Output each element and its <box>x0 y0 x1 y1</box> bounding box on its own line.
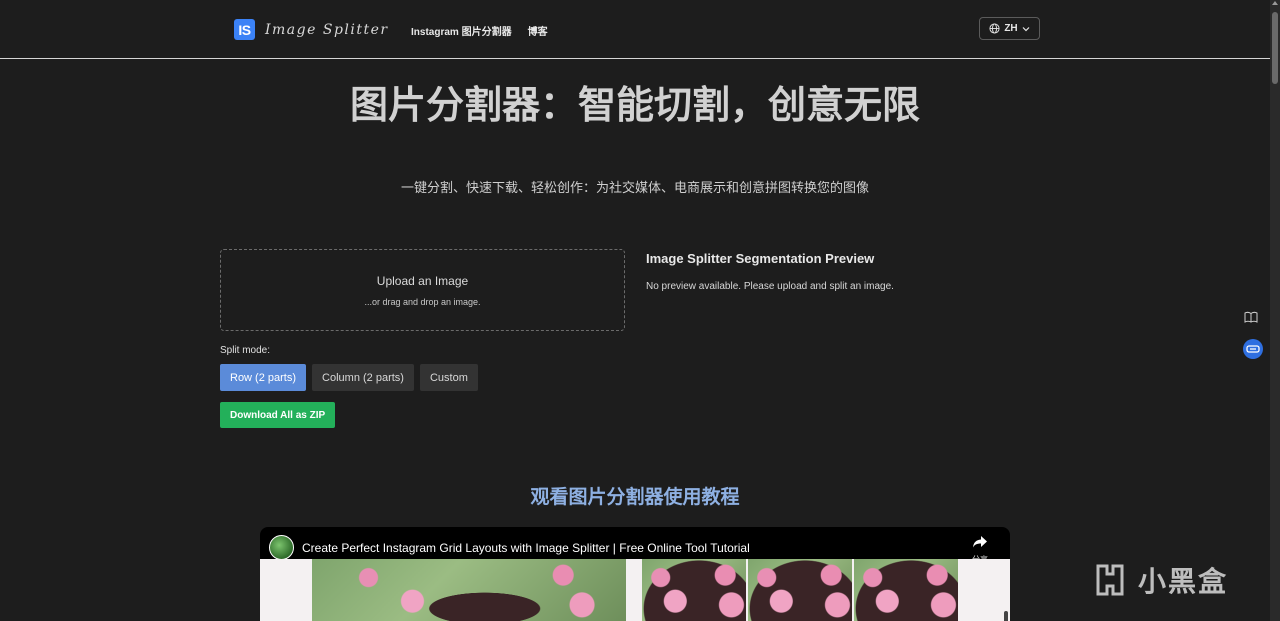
thumbnail-image-left <box>312 559 626 621</box>
logo-text: Image Splitter <box>265 21 389 38</box>
watermark-text: 小黑盒 <box>1138 566 1229 597</box>
language-label: ZH <box>1004 23 1018 34</box>
split-row-button[interactable]: Row (2 parts) <box>220 364 307 391</box>
thumbnail-image-split-3 <box>854 559 958 621</box>
upload-dropzone[interactable]: Upload an Image ...or drag and drop an i… <box>220 249 625 331</box>
watermark-logo-icon <box>1096 564 1124 596</box>
thumbnail-image-split-1 <box>642 559 746 621</box>
nav-link-instagram[interactable]: Instagram 图片分割器 <box>411 23 512 38</box>
site-logo[interactable]: IS Image Splitter <box>234 19 389 40</box>
tutorial-heading: 观看图片分割器使用教程 <box>530 487 740 508</box>
page-subtitle: 一键分割、快速下载、轻松创作：为社交媒体、电商展示和创意拼图转换您的图像 <box>400 180 869 195</box>
thumbnail-image-split-2 <box>748 559 852 621</box>
top-nav-bar: IS Image Splitter Instagram 图片分割器 博客 ZH <box>0 0 1270 59</box>
upload-hint: ...or drag and drop an image. <box>364 297 481 307</box>
preview-heading: Image Splitter Segmentation Preview <box>646 251 875 266</box>
language-selector[interactable]: ZH <box>979 17 1040 40</box>
download-zip-button[interactable]: Download All as ZIP <box>220 402 336 428</box>
thumbnail-scroll-indicator <box>1004 611 1008 621</box>
chevron-down-icon <box>1022 26 1030 31</box>
vr-icon[interactable] <box>1243 339 1263 359</box>
split-custom-button[interactable]: Custom <box>419 364 478 391</box>
globe-icon <box>989 23 1000 34</box>
preview-empty-message: No preview available. Please upload and … <box>646 281 894 292</box>
split-column-button[interactable]: Column (2 parts) <box>312 364 414 391</box>
video-title[interactable]: Create Perfect Instagram Grid Layouts wi… <box>302 541 750 555</box>
main-nav: Instagram 图片分割器 博客 <box>411 23 548 38</box>
upload-title: Upload an Image <box>376 274 469 288</box>
split-mode-group: Row (2 parts) Column (2 parts) Custom <box>220 364 478 391</box>
scroll-thumb[interactable] <box>1272 12 1278 84</box>
split-mode-label: Split mode: <box>220 345 271 356</box>
video-thumbnail[interactable] <box>260 559 1010 621</box>
channel-avatar[interactable] <box>269 535 294 560</box>
watermark: 小黑盒 <box>1090 560 1228 600</box>
tutorial-video-player[interactable]: Create Perfect Instagram Grid Layouts wi… <box>260 527 1010 621</box>
share-icon <box>973 536 987 548</box>
book-icon[interactable] <box>1244 310 1258 328</box>
page-title: 图片分割器：智能切割，创意无限 <box>349 85 920 127</box>
nav-link-blog[interactable]: 博客 <box>528 23 548 38</box>
logo-badge: IS <box>234 19 255 40</box>
page-scrollbar[interactable] <box>1270 0 1280 621</box>
scroll-up-arrow[interactable] <box>1272 1 1278 5</box>
